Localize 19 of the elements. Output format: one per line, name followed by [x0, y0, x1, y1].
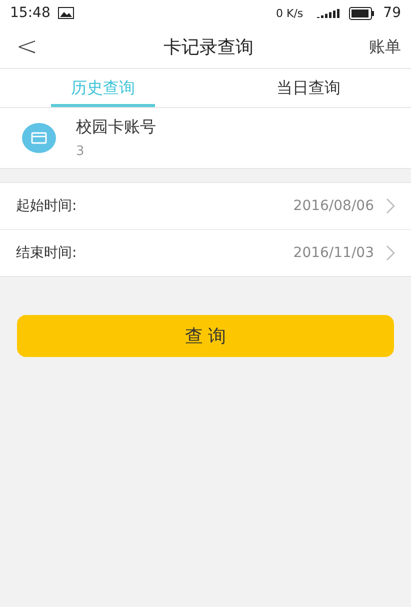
- tab[interactable]: 当日查询: [206, 69, 411, 107]
- battery-icon: [349, 6, 376, 20]
- page-title: 卡记录查询: [162, 36, 254, 59]
- back-button[interactable]: <: [16, 32, 76, 62]
- chevron-right-icon[interactable]: [386, 198, 395, 214]
- query-button[interactable]: 查 询: [17, 315, 394, 357]
- chevron-right-icon[interactable]: [386, 245, 395, 261]
- date-value[interactable]: 2016/08/06: [293, 198, 374, 214]
- battery-level: 79: [383, 5, 401, 21]
- card-icon: [22, 123, 56, 153]
- account-label: 校园卡账号: [76, 117, 156, 138]
- status-time: 15:48: [10, 5, 50, 21]
- network-speed: 0 K/s: [276, 6, 304, 20]
- bill-button[interactable]: 账单: [341, 36, 401, 58]
- account-number: 3: [76, 144, 86, 159]
- date-label: 起始时间:: [16, 197, 78, 215]
- date-value[interactable]: 2016/11/03: [293, 245, 374, 261]
- image-icon: [58, 7, 74, 19]
- date-label: 结束时间:: [16, 244, 78, 262]
